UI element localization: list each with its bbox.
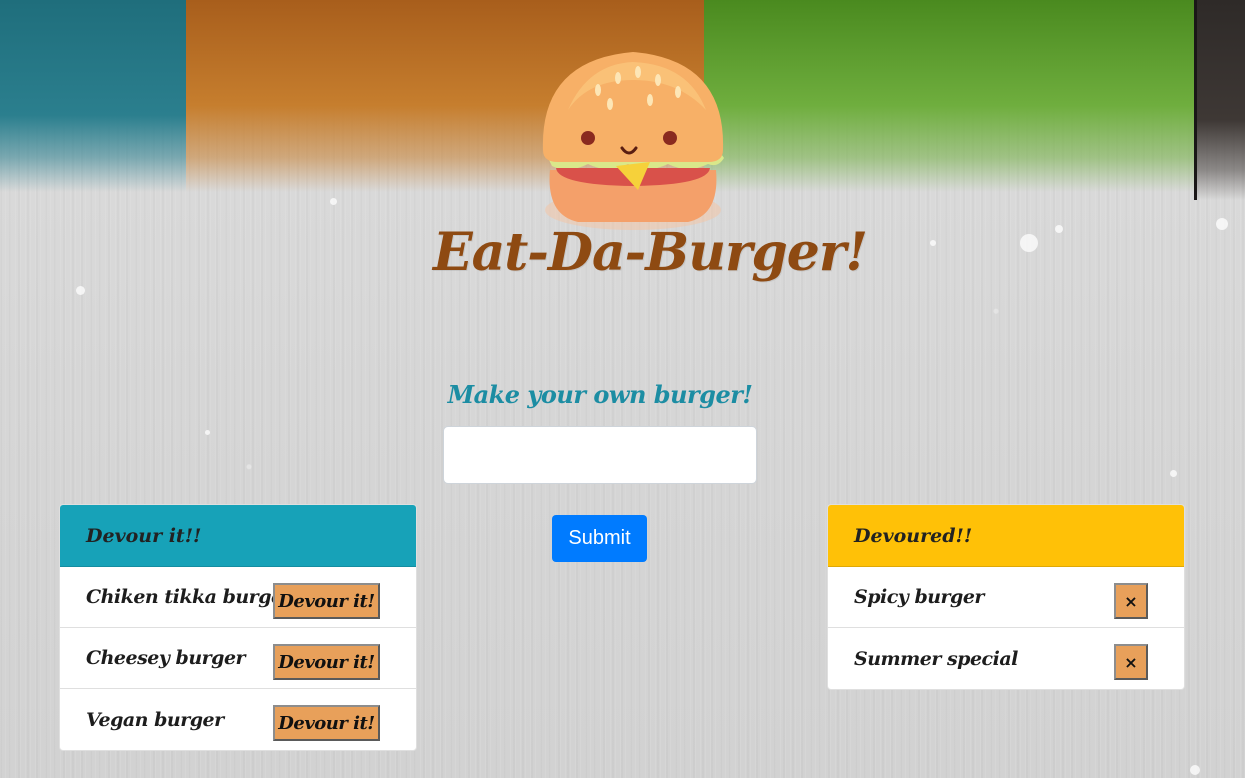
devour-button[interactable]: Devour it! bbox=[273, 705, 380, 741]
paint-splatter bbox=[1055, 225, 1063, 233]
burger-name: Spicy burger bbox=[854, 586, 984, 608]
burger-name: Summer special bbox=[854, 647, 1018, 670]
burger-logo-icon bbox=[542, 52, 724, 230]
burger-name: Chiken tikka burger bbox=[86, 586, 293, 608]
burger-name: Vegan burger bbox=[86, 708, 224, 731]
devour-list-card: Devour it!! Chiken tikka burger Devour i… bbox=[59, 504, 417, 751]
remove-button[interactable]: × bbox=[1114, 583, 1148, 619]
paint-splatter bbox=[1190, 765, 1200, 775]
devoured-list-header: Devoured!! bbox=[828, 505, 1184, 567]
list-item: Spicy burger × bbox=[828, 567, 1184, 628]
paint-splatter bbox=[1216, 218, 1228, 230]
form-heading: Make your own burger! bbox=[447, 380, 753, 409]
paint-splatter bbox=[76, 286, 85, 295]
remove-button[interactable]: × bbox=[1114, 644, 1148, 680]
page-title: Eat-Da-Burger! bbox=[432, 222, 868, 283]
paint-splatter bbox=[205, 430, 210, 435]
paint-splatter bbox=[930, 240, 936, 246]
list-item: Cheesey burger Devour it! bbox=[60, 628, 416, 689]
paint-stripe-teal bbox=[0, 0, 186, 192]
devour-button[interactable]: Devour it! bbox=[273, 644, 380, 680]
devoured-list-card: Devoured!! Spicy burger × Summer special… bbox=[827, 504, 1185, 690]
submit-button[interactable]: Submit bbox=[552, 515, 647, 562]
paint-splatter bbox=[1020, 234, 1038, 252]
list-item: Chiken tikka burger Devour it! bbox=[60, 567, 416, 628]
devour-list-header: Devour it!! bbox=[60, 505, 416, 567]
devour-button[interactable]: Devour it! bbox=[273, 583, 380, 619]
burger-name-input[interactable] bbox=[443, 426, 757, 484]
burger-name: Cheesey burger bbox=[86, 647, 246, 669]
list-item: Summer special × bbox=[828, 628, 1184, 689]
paint-splatter bbox=[330, 198, 337, 205]
paint-stripe-dark bbox=[1194, 0, 1245, 200]
list-item: Vegan burger Devour it! bbox=[60, 689, 416, 750]
paint-stripe-green bbox=[704, 0, 1194, 192]
paint-splatter bbox=[1170, 470, 1177, 477]
